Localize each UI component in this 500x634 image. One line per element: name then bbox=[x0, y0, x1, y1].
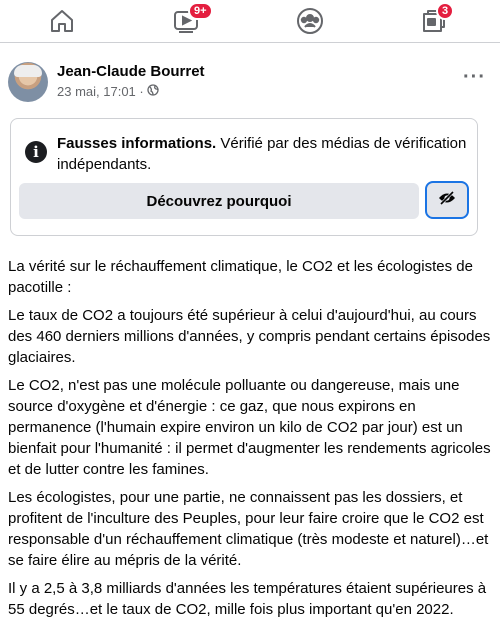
home-icon bbox=[49, 8, 75, 34]
hide-warning-button[interactable] bbox=[425, 181, 469, 219]
author-name[interactable]: Jean-Claude Bourret bbox=[57, 63, 205, 80]
post-paragraph: Le CO2, n'est pas une molécule polluante… bbox=[8, 377, 491, 478]
warning-text: Fausses informations. Vérifié par des mé… bbox=[57, 133, 467, 175]
warning-title: Fausses informations. bbox=[57, 135, 217, 152]
false-info-warning: i Fausses informations. Vérifié par des … bbox=[10, 118, 478, 236]
globe-icon bbox=[147, 84, 159, 99]
post-content: La vérité sur le réchauffement climatiqu… bbox=[8, 256, 494, 627]
pages-notification-badge: 3 bbox=[436, 2, 455, 20]
post-paragraph: Le taux de CO2 a toujours été supérieur … bbox=[8, 307, 491, 366]
post-paragraph: Les écologistes, pour une partie, ne con… bbox=[8, 489, 489, 569]
author-avatar[interactable] bbox=[8, 62, 48, 102]
post-meta: 23 mai, 17:01 · bbox=[57, 84, 159, 99]
top-navigation-bar: 9+ 3 bbox=[0, 0, 500, 42]
eye-slash-icon bbox=[438, 190, 456, 210]
nav-video[interactable]: 9+ bbox=[166, 2, 213, 38]
nav-divider bbox=[0, 42, 500, 43]
more-options-button[interactable]: ··· bbox=[463, 67, 486, 87]
info-icon: i bbox=[25, 141, 47, 163]
groups-icon bbox=[296, 7, 324, 35]
post-paragraph: La vérité sur le réchauffement climatiqu… bbox=[8, 258, 473, 296]
learn-why-button[interactable]: Découvrez pourquoi bbox=[19, 183, 419, 219]
post-timestamp[interactable]: 23 mai, 17:01 · bbox=[57, 84, 144, 99]
video-notification-badge: 9+ bbox=[188, 2, 213, 20]
nav-groups[interactable] bbox=[290, 4, 330, 38]
nav-home[interactable] bbox=[42, 4, 82, 38]
nav-pages[interactable]: 3 bbox=[414, 2, 455, 38]
post-paragraph: Il y a 2,5 à 3,8 milliards d'années les … bbox=[8, 580, 487, 618]
